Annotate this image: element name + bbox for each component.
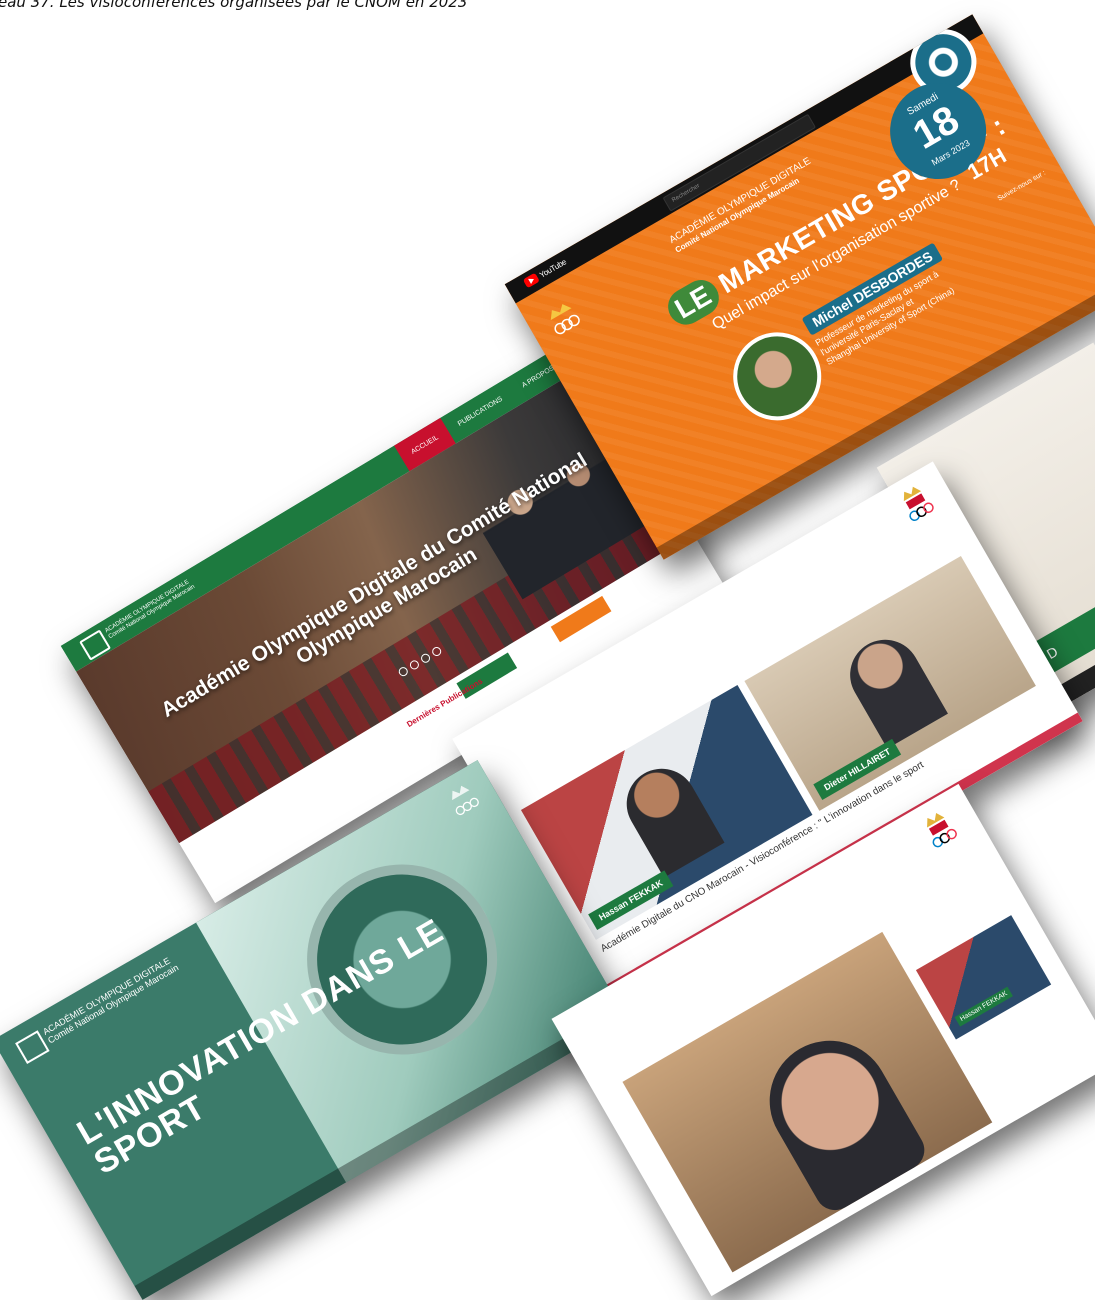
carousel-dot[interactable] <box>419 652 432 665</box>
carousel-dot[interactable] <box>430 645 443 658</box>
academy-line2: Comité National Olympique Marocain <box>46 962 181 1046</box>
academy-line1: ACADÉMIE OLYMPIQUE DIGITALE <box>41 955 172 1037</box>
pip-video-feed <box>915 915 1052 1040</box>
carousel-dot[interactable] <box>408 658 421 672</box>
cnom-emblem-icon <box>903 486 934 522</box>
cnom-emblem-icon <box>927 813 957 848</box>
figure-caption: eau 37. Les visioconférences organisées … <box>0 0 468 11</box>
carousel-dot[interactable] <box>397 665 410 678</box>
academy-label: ACADÉMIE OLYMPIQUE DIGITALE Comité Natio… <box>41 954 180 1046</box>
speaker-face <box>747 1018 932 1218</box>
youtube-play-icon <box>522 272 540 289</box>
